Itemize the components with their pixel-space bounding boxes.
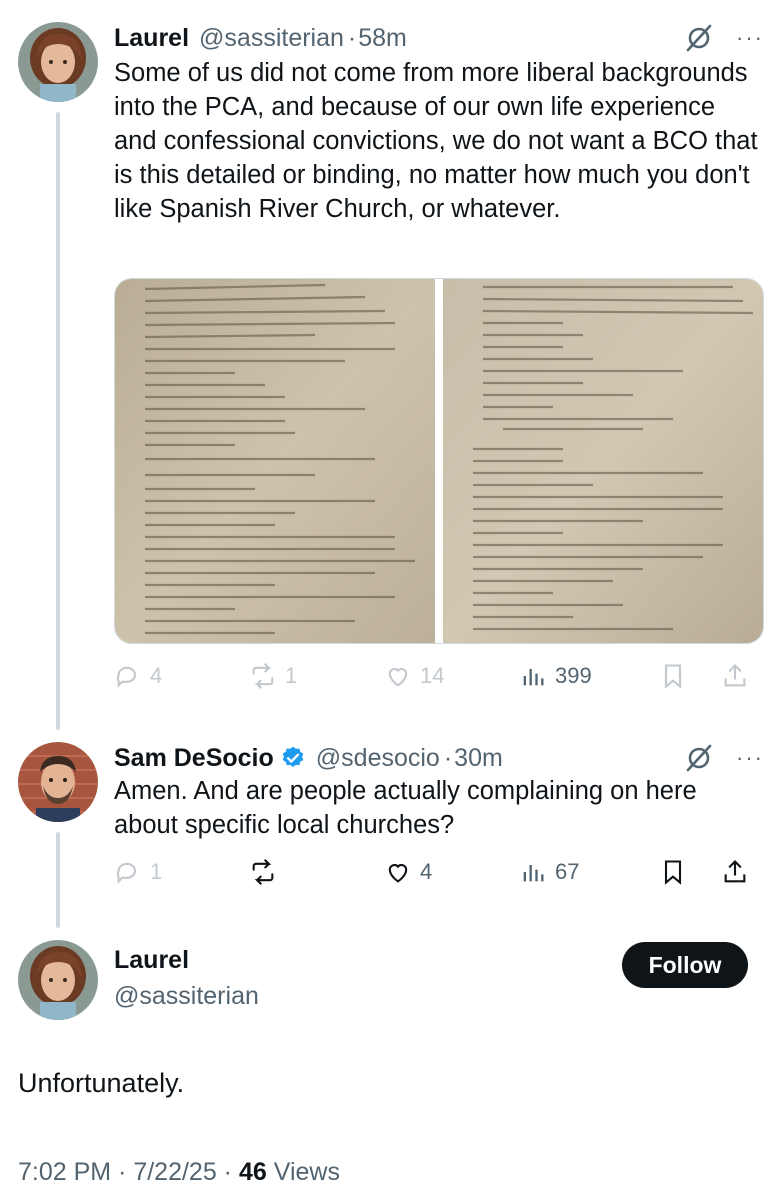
main-tweet-text: Unfortunately. (18, 1068, 185, 1098)
author-name[interactable]: Sam DeSocio (114, 744, 274, 773)
reply-button[interactable]: 4 (114, 662, 249, 690)
media-photo-1[interactable] (115, 279, 435, 643)
share-button[interactable] (721, 662, 749, 690)
repost-button[interactable]: 1 (249, 662, 384, 690)
timestamp[interactable]: 30m (454, 744, 503, 773)
like-icon (388, 864, 408, 883)
post-timestamp[interactable]: 7:02 PM · 7/22/25 · (18, 1158, 232, 1186)
main-author-name[interactable]: Laurel (114, 946, 189, 975)
separator-dot: · (443, 743, 453, 772)
main-author-handle[interactable]: @sassiterian (114, 982, 259, 1011)
reply-count: 1 (150, 859, 163, 884)
tweet-header: Laurel @sassiterian · 58m ··· (114, 18, 764, 58)
views-icon (523, 669, 544, 686)
views-label: Views (273, 1158, 340, 1186)
reply-button[interactable]: 1 (114, 858, 249, 886)
verified-badge-icon (280, 745, 306, 771)
views-button[interactable]: 67 (519, 858, 659, 886)
grok-icon[interactable] (684, 743, 714, 773)
like-count: 4 (420, 859, 433, 884)
views-button[interactable]: 399 (519, 662, 659, 690)
share-button[interactable] (721, 858, 749, 886)
like-button[interactable]: 4 (384, 858, 519, 886)
like-count: 14 (420, 663, 445, 688)
bookmark-icon (664, 664, 682, 689)
avatar[interactable] (18, 22, 98, 102)
more-icon[interactable]: ··· (736, 27, 764, 49)
author-name[interactable]: Laurel (114, 24, 189, 53)
repost-icon (252, 663, 274, 689)
bookmark-icon (664, 860, 682, 885)
action-bar: 1 4 67 (114, 852, 764, 892)
like-button[interactable]: 14 (384, 662, 519, 690)
share-icon (724, 860, 746, 883)
views-count: 67 (555, 859, 580, 884)
timestamp[interactable]: 58m (358, 24, 407, 53)
grok-icon[interactable] (684, 23, 714, 53)
repost-button[interactable] (249, 858, 384, 886)
separator-dot: · (347, 23, 357, 52)
follow-button[interactable]: Follow (622, 942, 748, 988)
tweet-header: Sam DeSocio @sdesocio · 30m ··· (114, 738, 764, 778)
reply-count: 4 (150, 663, 163, 688)
views-count: 399 (555, 663, 592, 688)
author-handle[interactable]: @sassiterian (199, 24, 344, 53)
tweet-text: Some of us did not come from more libera… (114, 59, 758, 223)
more-icon[interactable]: ··· (736, 747, 764, 769)
like-icon (388, 668, 408, 687)
tweet-meta: 7:02 PM · 7/22/25 · 46 Views (18, 1158, 340, 1187)
share-icon (724, 664, 746, 687)
bookmark-button[interactable] (659, 662, 721, 690)
views-count: 46 (238, 1158, 267, 1186)
author-handle[interactable]: @sdesocio (316, 744, 440, 773)
tweet-text: Amen. And are people actually complainin… (114, 777, 697, 839)
bookmark-button[interactable] (659, 858, 721, 886)
media-photo-2[interactable] (443, 279, 763, 643)
repost-icon (252, 859, 274, 885)
reply-icon (116, 666, 137, 688)
main-author-avatar[interactable] (18, 940, 98, 1020)
action-bar: 4 1 14 399 (114, 656, 764, 696)
repost-count: 1 (285, 663, 298, 688)
tweet-media[interactable] (114, 278, 764, 644)
views-icon (523, 865, 544, 882)
reply-icon (116, 862, 137, 884)
avatar[interactable] (18, 742, 98, 822)
